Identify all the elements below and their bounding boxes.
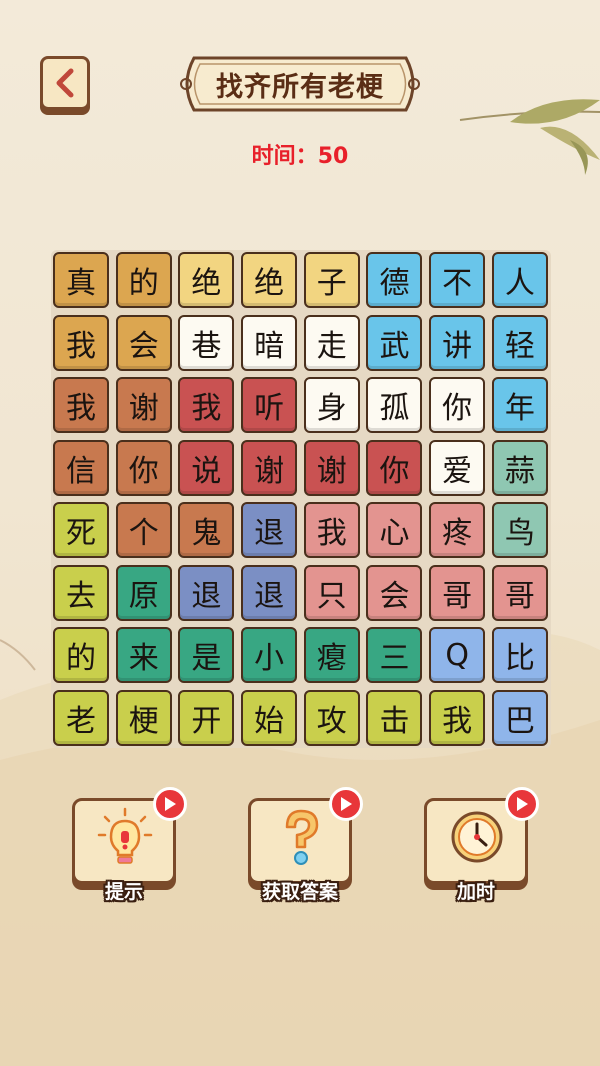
letter-tile[interactable]: 子	[303, 252, 360, 308]
tool-bar: 提示 获取答案 加时	[0, 787, 600, 910]
letter-tile[interactable]: 比	[491, 627, 548, 683]
video-ad-badge[interactable]	[329, 787, 363, 821]
letter-tile[interactable]: 鸟	[491, 502, 548, 558]
video-ad-badge[interactable]	[505, 787, 539, 821]
letter-tile[interactable]: 的	[53, 627, 109, 683]
letter-tile[interactable]: 瘪	[303, 627, 360, 683]
letter-tile[interactable]: 你	[115, 439, 172, 496]
letter-tile[interactable]: 原	[115, 564, 172, 621]
hint-button[interactable]: 提示	[72, 787, 187, 903]
letter-tile[interactable]: 只	[303, 564, 360, 621]
letter-tile[interactable]: 巷	[178, 314, 235, 371]
letter-tile[interactable]: 爱	[429, 439, 486, 496]
letter-tile[interactable]: 的	[115, 252, 172, 308]
letter-tile[interactable]: 我	[178, 377, 235, 433]
letter-tile[interactable]: 真	[53, 252, 109, 308]
timer-value: 50	[317, 144, 349, 169]
letter-tile[interactable]: 心	[366, 502, 423, 558]
letter-tile[interactable]: 听	[241, 377, 298, 433]
letter-tile[interactable]: 谢	[241, 439, 298, 496]
play-icon	[517, 797, 528, 811]
letter-tile[interactable]: 谢	[115, 377, 172, 433]
letter-tile[interactable]: 蒜	[491, 439, 548, 496]
letter-tile[interactable]: 会	[366, 564, 423, 621]
letter-tile[interactable]: 小	[241, 627, 298, 683]
letter-tile[interactable]: 谢	[303, 439, 360, 496]
letter-tile[interactable]: 哥	[429, 564, 486, 621]
letter-tile[interactable]: 疼	[429, 502, 486, 558]
video-ad-badge[interactable]	[153, 787, 187, 821]
lightbulb-icon	[97, 807, 153, 864]
chevron-left-icon	[56, 68, 74, 98]
letter-tile[interactable]: 鬼	[178, 502, 235, 558]
letter-tile[interactable]: 梗	[115, 689, 172, 746]
letter-tile[interactable]: 巴	[491, 689, 548, 746]
letter-tile[interactable]: 人	[491, 252, 548, 308]
letter-tile[interactable]: 我	[303, 502, 360, 558]
back-button[interactable]	[40, 56, 90, 110]
letter-tile[interactable]: 绝	[241, 252, 298, 308]
letter-tile[interactable]: 走	[303, 314, 360, 371]
timer-label: 时间：	[251, 144, 318, 169]
letter-tile[interactable]: 暗	[241, 314, 298, 371]
letter-tile[interactable]: 个	[115, 502, 172, 558]
letter-tile[interactable]: 年	[491, 377, 548, 433]
letter-tile[interactable]: 你	[366, 439, 423, 496]
letter-tile[interactable]: 我	[53, 377, 109, 433]
get-answer-label: 获取答案	[261, 881, 338, 903]
letter-tile[interactable]: 我	[429, 689, 486, 746]
letter-tile[interactable]: 击	[366, 689, 423, 746]
letter-tile[interactable]: 去	[53, 564, 109, 621]
timer: 时间：50	[0, 138, 600, 170]
letter-tile[interactable]: 会	[115, 314, 172, 371]
letter-tile[interactable]: 绝	[178, 252, 235, 308]
question-mark-icon	[285, 809, 319, 865]
letter-tile[interactable]: 哥	[491, 564, 548, 621]
get-answer-button[interactable]: 获取答案	[248, 787, 363, 903]
page-title: 找齐所有老梗	[216, 71, 384, 103]
letter-tile[interactable]: 讲	[429, 314, 486, 371]
letter-tile[interactable]: 死	[53, 502, 109, 558]
letter-tile[interactable]: 开	[178, 689, 235, 746]
letter-tile[interactable]: 不	[429, 252, 486, 308]
letter-tile[interactable]: 老	[53, 689, 109, 746]
letter-tile[interactable]: 轻	[491, 314, 548, 371]
letter-tile[interactable]: 三	[366, 627, 423, 683]
letter-tile[interactable]: 信	[53, 439, 109, 496]
title-plaque: 找齐所有老梗	[176, 54, 424, 114]
letter-tile[interactable]: Q	[429, 627, 486, 683]
character-grid: 真的绝绝子德不人我会巷暗走武讲轻我谢我听身孤你年信你说谢谢你爱蒜死个鬼退我心疼鸟…	[53, 252, 549, 746]
hint-label: 提示	[104, 881, 143, 903]
letter-tile[interactable]: 始	[241, 689, 298, 746]
clock-icon	[451, 811, 503, 863]
play-icon	[341, 797, 352, 811]
add-time-button[interactable]: 加时	[424, 787, 539, 903]
letter-tile[interactable]: 是	[178, 627, 235, 683]
letter-tile[interactable]: 来	[115, 627, 172, 683]
letter-tile[interactable]: 武	[366, 314, 423, 371]
letter-tile[interactable]: 说	[178, 439, 235, 496]
letter-tile[interactable]: 你	[429, 377, 486, 433]
letter-tile[interactable]: 德	[366, 252, 423, 308]
letter-tile[interactable]: 孤	[366, 377, 423, 433]
letter-tile[interactable]: 我	[53, 314, 109, 371]
play-icon	[165, 797, 176, 811]
letter-tile[interactable]: 身	[303, 377, 360, 433]
letter-tile[interactable]: 退	[178, 564, 235, 621]
letter-tile[interactable]: 攻	[303, 689, 360, 746]
letter-tile[interactable]: 退	[241, 502, 298, 558]
add-time-label: 加时	[456, 881, 495, 903]
letter-tile[interactable]: 退	[241, 564, 298, 621]
